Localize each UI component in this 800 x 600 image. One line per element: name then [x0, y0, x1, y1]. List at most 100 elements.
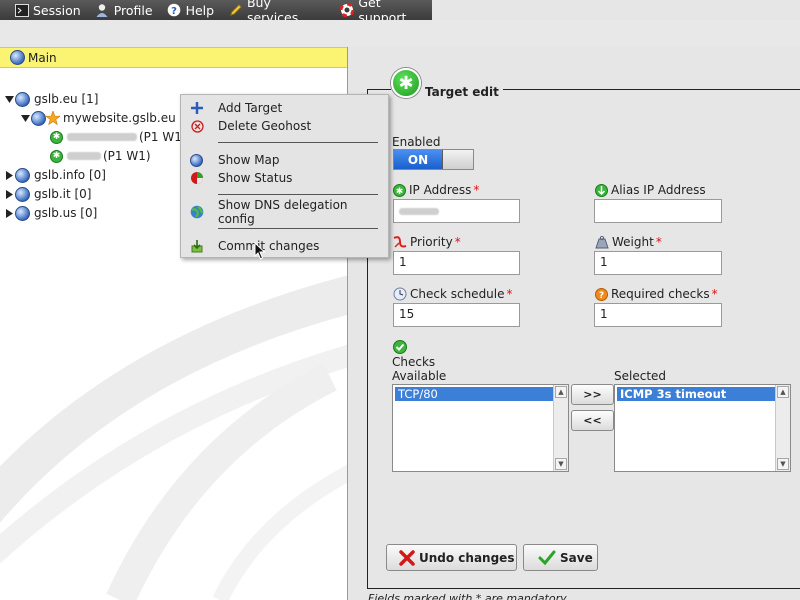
weight-label-text: Weight [612, 235, 654, 249]
tree-node-mywebsite[interactable]: mywebsite.gslb.eu [2] [20, 109, 197, 127]
expanded-triangle-icon[interactable] [20, 113, 30, 123]
menu-item-label: Show DNS delegation config [218, 198, 348, 226]
menu-item-label: Show Map [218, 153, 280, 167]
tree-node-label: gslb.it [0] [34, 187, 92, 201]
ip-address-field[interactable] [393, 199, 520, 223]
toggle-knob[interactable] [443, 150, 473, 169]
domain-globe-icon [15, 91, 30, 107]
globe-icon [10, 50, 25, 65]
check-schedule-field[interactable]: 15 [393, 303, 520, 327]
target-edit-icon: ✱ [391, 68, 421, 98]
tree-node-label: gslb.info [0] [34, 168, 106, 182]
undo-changes-label: Undo changes [419, 550, 515, 565]
tree-node-target-2[interactable]: ✱ (P1 W1) [50, 147, 151, 165]
collapsed-triangle-icon[interactable] [4, 170, 14, 180]
required-checks-field[interactable]: 1 [594, 303, 722, 327]
toolbar-strip [0, 20, 800, 47]
green-check-icon [538, 550, 556, 566]
menu-item-add-target[interactable]: Add Target [181, 99, 388, 117]
menu-item-label: Commit changes [218, 239, 320, 253]
help-icon: ? [167, 3, 182, 18]
menu-item-show-dns-delegation[interactable]: Show DNS delegation config [181, 198, 388, 226]
menu-help[interactable]: ? Help [167, 0, 215, 20]
context-menu: Add Target Delete Geohost Show Map Show … [180, 94, 389, 258]
weight-field[interactable]: 1 [594, 251, 722, 275]
redacted-ip [399, 208, 439, 215]
menu-item-commit-changes[interactable]: Commit changes [181, 237, 388, 255]
menu-session[interactable]: Session [14, 0, 81, 20]
tree-node-gslb-eu[interactable]: gslb.eu [1] [4, 90, 98, 108]
tree-node-label: gslb.us [0] [34, 206, 98, 220]
selected-check-item[interactable]: ICMP 3s timeout [617, 387, 775, 401]
domain-globe-icon [15, 186, 30, 202]
required-checks-label: ? Required checks * [595, 287, 718, 301]
menu-item-show-status[interactable]: Show Status [181, 169, 388, 187]
enabled-toggle[interactable]: ON [393, 149, 474, 170]
priority-field[interactable]: 1 [393, 251, 520, 275]
weight-label: Weight * [595, 235, 662, 249]
clock-icon [393, 287, 407, 301]
tree-header-main[interactable]: Main [0, 47, 347, 68]
menu-item-label: Delete Geohost [218, 119, 312, 133]
menu-buy-services[interactable]: Buy services [228, 0, 325, 25]
tree-node-label: (P1 W1) [103, 149, 151, 163]
selected-label: Selected [614, 369, 667, 383]
tree-node-gslb-it[interactable]: gslb.it [0] [4, 185, 92, 203]
alias-ip-field[interactable] [594, 199, 722, 223]
tree-node-gslb-info[interactable]: gslb.info [0] [4, 166, 106, 184]
available-check-item[interactable]: TCP/80 [395, 387, 553, 401]
menu-item-show-map[interactable]: Show Map [181, 151, 388, 169]
status-pie-icon [190, 171, 204, 185]
alias-ip-label: Alias IP Address [595, 183, 706, 197]
menu-separator [218, 194, 378, 195]
domain-globe-icon [15, 167, 30, 183]
mouse-cursor-icon [254, 242, 266, 260]
available-scrollbar[interactable]: ▲ ▼ [553, 385, 568, 471]
required-mark: * [711, 287, 718, 301]
domain-globe-icon [15, 205, 30, 221]
svg-text:?: ? [171, 6, 177, 17]
collapsed-triangle-icon[interactable] [4, 189, 14, 199]
available-checks-list[interactable]: TCP/80 ▲ ▼ [392, 384, 569, 472]
scroll-down-icon[interactable]: ▼ [555, 458, 567, 470]
remove-check-button[interactable]: << [571, 410, 614, 431]
geohost-star-icon [46, 111, 60, 125]
save-label: Save [560, 550, 593, 565]
alias-ip-label-text: Alias IP Address [611, 183, 706, 197]
undo-changes-button[interactable]: Undo changes [386, 544, 517, 571]
collapsed-triangle-icon[interactable] [4, 208, 14, 218]
target-status-icon: ✱ [50, 149, 63, 163]
svg-text:✱: ✱ [396, 187, 404, 197]
weight-icon [595, 235, 609, 249]
tree-node-target-1[interactable]: ✱ (P1 W1) [50, 128, 187, 146]
tree-node-gslb-us[interactable]: gslb.us [0] [4, 204, 97, 222]
required-mark: * [454, 235, 461, 249]
menu-profile-label: Profile [113, 2, 153, 18]
question-icon: ? [595, 287, 608, 301]
menu-separator [218, 142, 378, 143]
checks-label: Checks [392, 355, 436, 369]
add-check-button[interactable]: >> [571, 384, 614, 405]
expanded-triangle-icon[interactable] [4, 94, 14, 104]
scroll-up-icon[interactable]: ▲ [555, 386, 567, 398]
geohost-globe-icon [31, 110, 46, 126]
scroll-down-icon[interactable]: ▼ [777, 458, 789, 470]
menu-help-label: Help [185, 2, 215, 18]
menu-profile[interactable]: Profile [95, 0, 153, 20]
svg-text:?: ? [599, 291, 604, 301]
redacted-ip [67, 133, 137, 141]
mandatory-footnote: Fields marked with * are mandatory [368, 592, 567, 600]
pencil-icon [228, 3, 243, 18]
save-button[interactable]: Save [523, 544, 598, 571]
scroll-up-icon[interactable]: ▲ [777, 386, 789, 398]
delete-icon [190, 119, 204, 133]
tree-node-label: mywebsite.gslb.eu [2] [63, 111, 197, 125]
tree-node-label: gslb.eu [1] [34, 92, 99, 106]
menu-item-delete-geohost[interactable]: Delete Geohost [181, 117, 388, 135]
menu-get-support[interactable]: Get support [339, 0, 432, 25]
selected-checks-list[interactable]: ICMP 3s timeout ▲ ▼ [614, 384, 791, 472]
menu-separator [218, 228, 378, 229]
enabled-label: Enabled [392, 135, 441, 149]
selected-scrollbar[interactable]: ▲ ▼ [775, 385, 790, 471]
red-x-icon [399, 549, 415, 566]
